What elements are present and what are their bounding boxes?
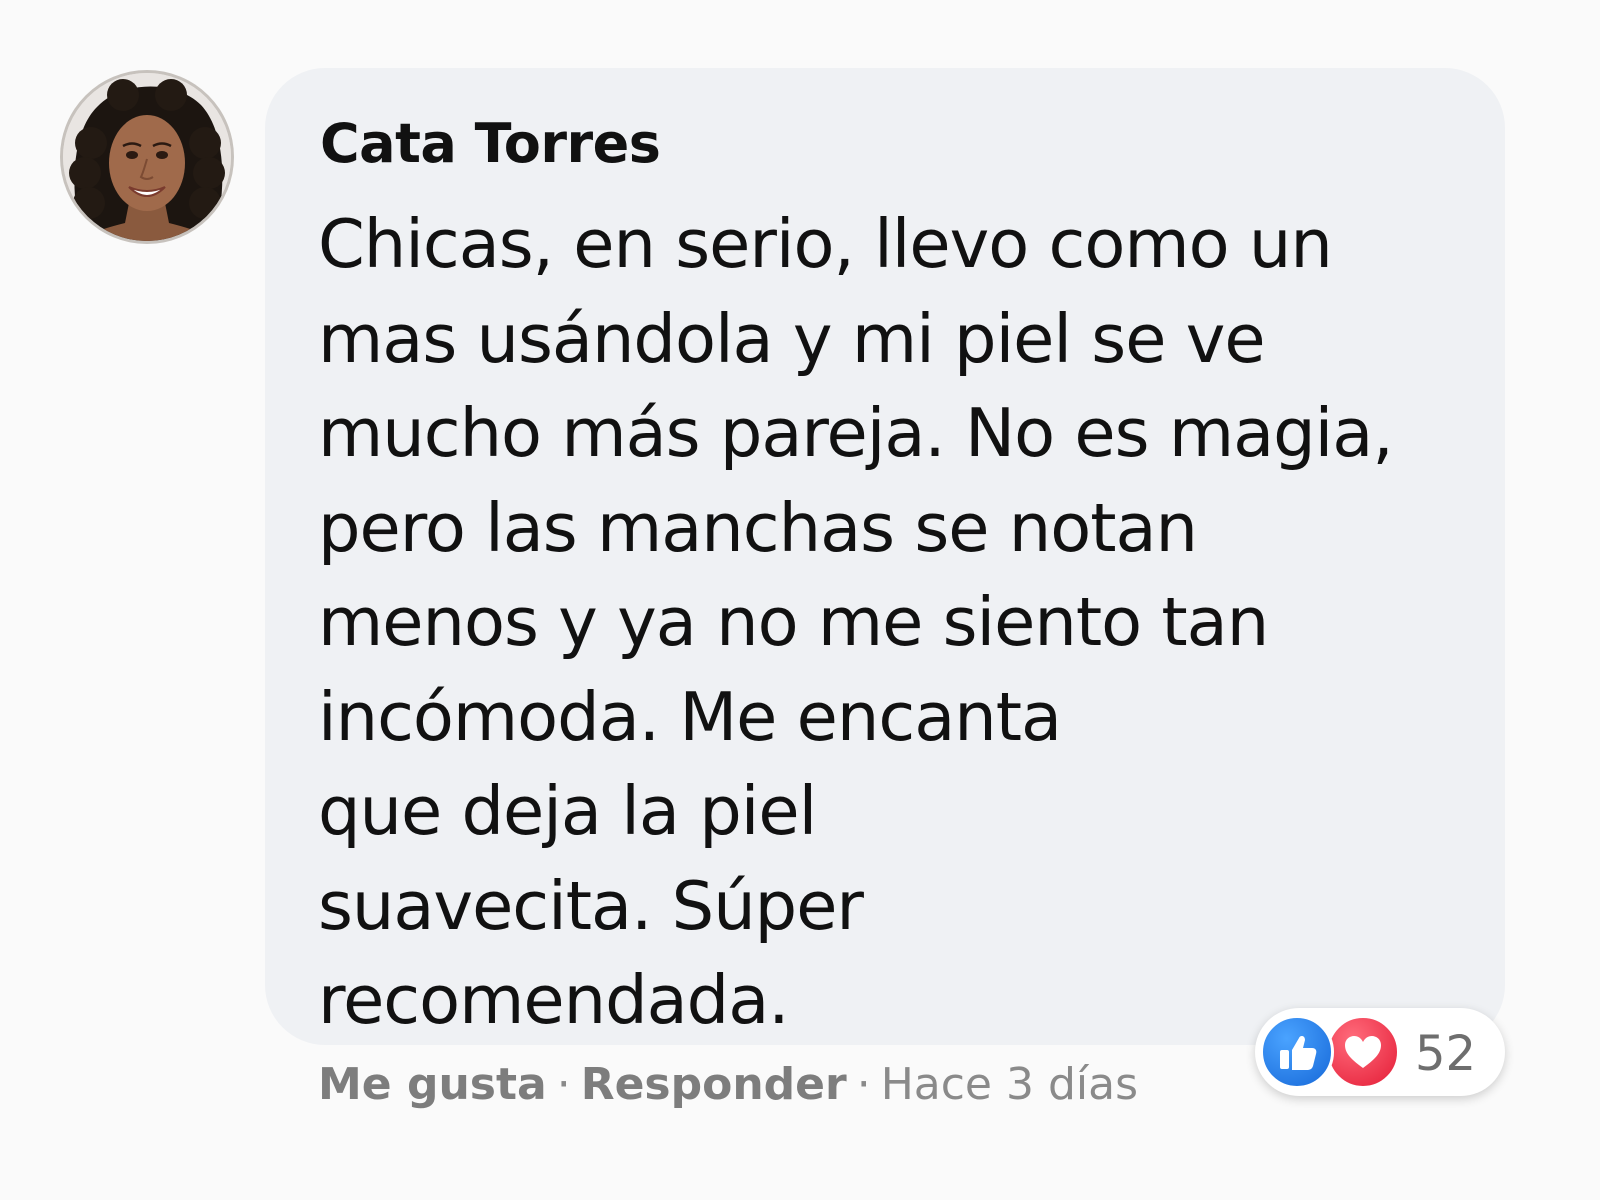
heart-icon: [1326, 1015, 1400, 1089]
comment-text: Chicas, en serio, llevo como un mas usán…: [318, 197, 1528, 1048]
like-button[interactable]: Me gusta: [318, 1059, 547, 1110]
comment-text-line: pero las manchas se notan: [318, 488, 1198, 567]
separator: ·: [856, 1059, 871, 1110]
reactions-summary[interactable]: 52: [1255, 1008, 1505, 1096]
comment-actions: Me gusta · Responder · Hace 3 días: [318, 1059, 1138, 1110]
comment-author-name[interactable]: Cata Torres: [320, 112, 661, 175]
comment-timestamp[interactable]: Hace 3 días: [881, 1059, 1138, 1110]
thumbs-up-icon: [1260, 1015, 1334, 1089]
comment-text-line: suavecita. Súper: [318, 866, 864, 945]
comment-text-line: incómoda. Me encanta: [318, 677, 1062, 756]
comment-text-line: mas usándola y mi piel se ve: [318, 299, 1266, 378]
separator: ·: [556, 1059, 571, 1110]
comment-text-line: Chicas, en serio, llevo como un: [318, 205, 1333, 283]
comment-text-line: menos y ya no me siento tan: [318, 583, 1269, 661]
comment-text-line: mucho más pareja. No es magia,: [318, 394, 1394, 472]
comment-text-line: que deja la piel: [318, 772, 817, 850]
reply-button[interactable]: Responder: [581, 1059, 847, 1110]
user-portrait-icon: [63, 73, 231, 241]
reaction-count: 52: [1415, 1026, 1477, 1082]
avatar[interactable]: [63, 73, 231, 241]
